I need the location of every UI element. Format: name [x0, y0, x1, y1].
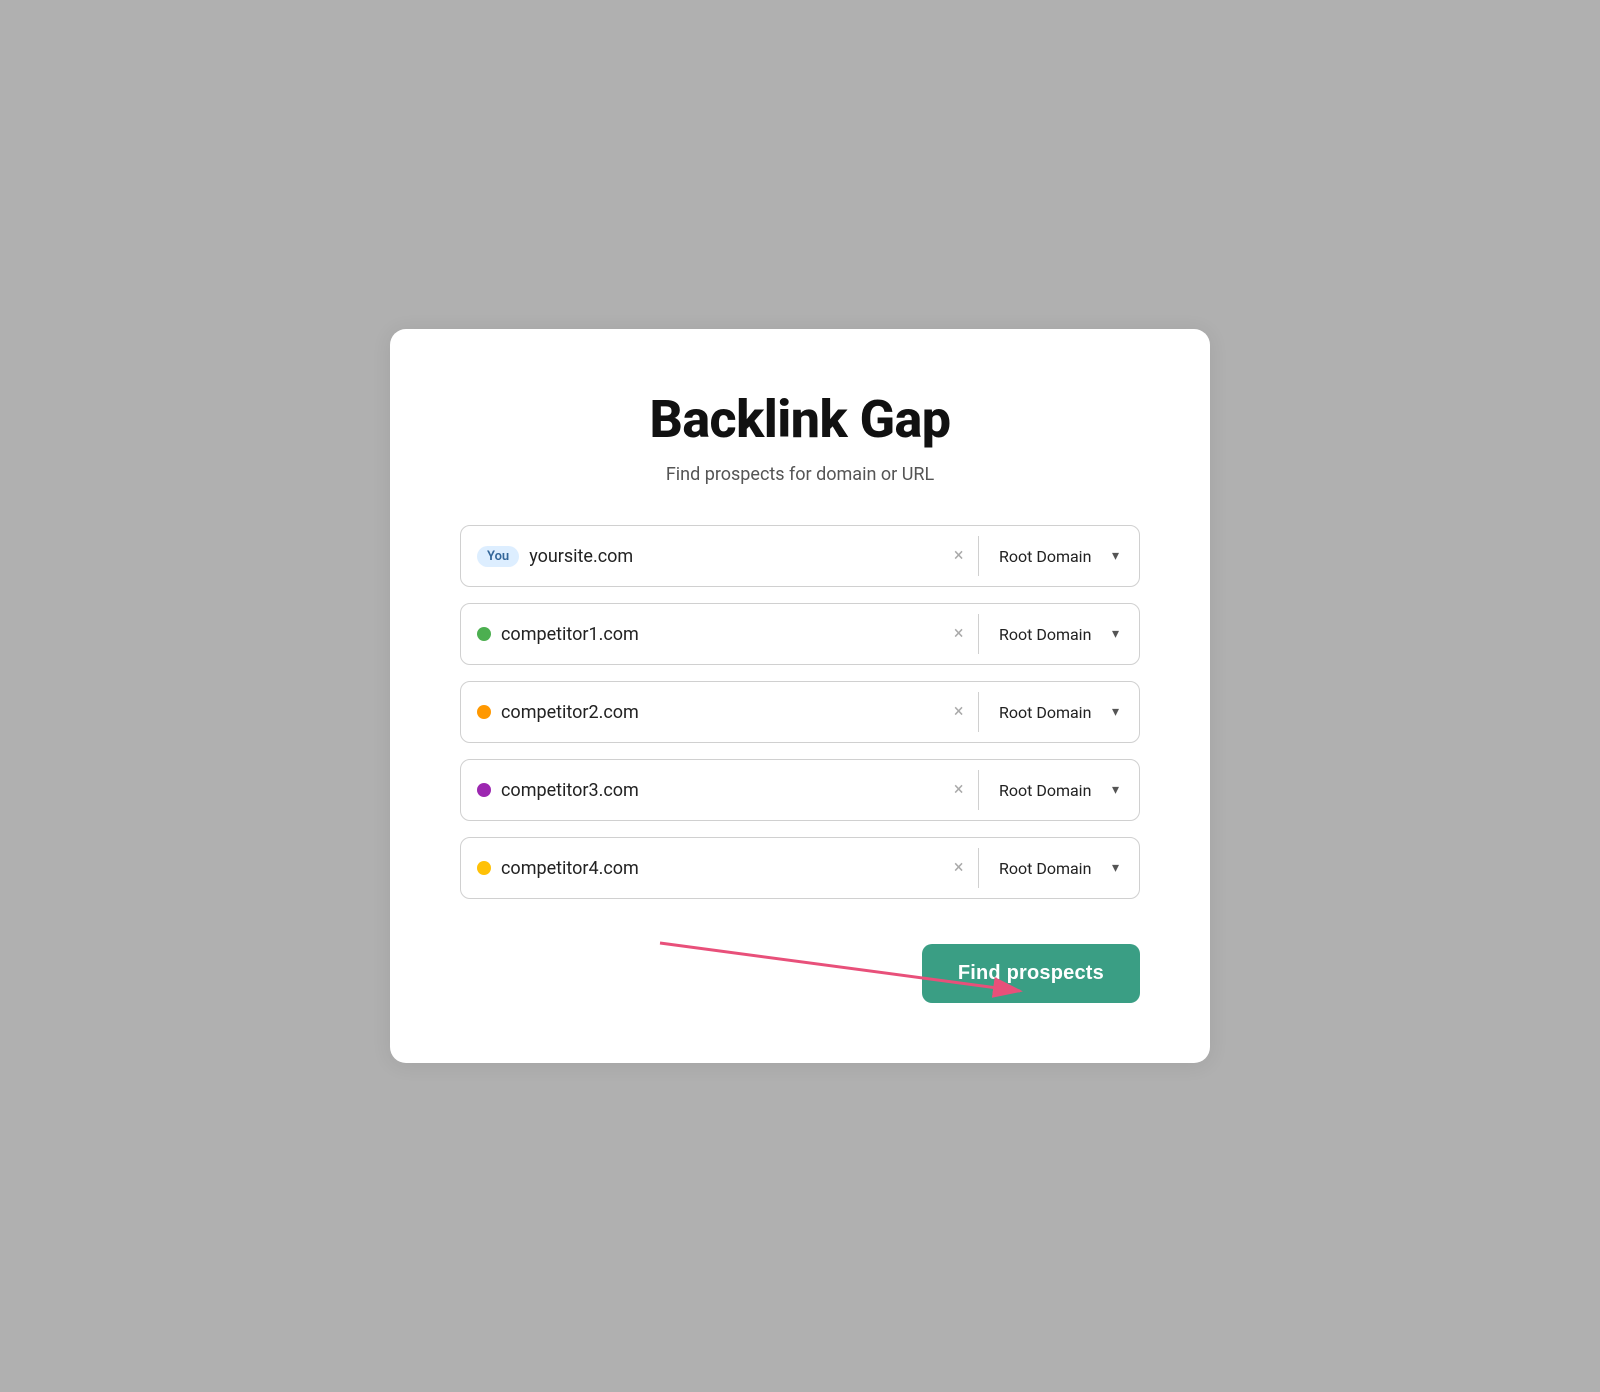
- competitor4-value[interactable]: competitor4.com: [501, 858, 924, 879]
- input-row-you: You yoursite.com × Root Domain ▾: [460, 525, 1140, 587]
- dropdown-4[interactable]: Root Domain ▾: [979, 859, 1139, 878]
- close-2-button[interactable]: ×: [940, 703, 978, 721]
- dropdown-2[interactable]: Root Domain ▾: [979, 703, 1139, 722]
- input-left-you: You yoursite.com: [461, 546, 940, 567]
- chevron-down-icon-1: ▾: [1112, 626, 1119, 642]
- you-badge: You: [477, 546, 519, 567]
- yoursite-value[interactable]: yoursite.com: [529, 546, 924, 567]
- close-1-button[interactable]: ×: [940, 625, 978, 643]
- bottom-row: Find prospects: [460, 923, 1140, 1003]
- dropdown-3-label: Root Domain: [999, 781, 1091, 800]
- chevron-down-icon-you: ▾: [1112, 548, 1119, 564]
- input-left-2: competitor2.com: [461, 702, 940, 723]
- dropdown-you[interactable]: Root Domain ▾: [979, 547, 1139, 566]
- dropdown-4-label: Root Domain: [999, 859, 1091, 878]
- dropdown-3[interactable]: Root Domain ▾: [979, 781, 1139, 800]
- close-3-button[interactable]: ×: [940, 781, 978, 799]
- dot-4: [477, 861, 491, 875]
- input-left-4: competitor4.com: [461, 858, 940, 879]
- chevron-down-icon-3: ▾: [1112, 782, 1119, 798]
- competitor1-value[interactable]: competitor1.com: [501, 624, 924, 645]
- dot-2: [477, 705, 491, 719]
- chevron-down-icon-4: ▾: [1112, 860, 1119, 876]
- close-you-button[interactable]: ×: [940, 547, 978, 565]
- dropdown-1[interactable]: Root Domain ▾: [979, 625, 1139, 644]
- input-row-4: competitor4.com × Root Domain ▾: [460, 837, 1140, 899]
- dot-3: [477, 783, 491, 797]
- dropdown-you-label: Root Domain: [999, 547, 1091, 566]
- input-row-1: competitor1.com × Root Domain ▾: [460, 603, 1140, 665]
- page-title: Backlink Gap: [460, 389, 1140, 450]
- input-left-3: competitor3.com: [461, 780, 940, 801]
- main-card: Backlink Gap Find prospects for domain o…: [390, 329, 1210, 1063]
- dot-1: [477, 627, 491, 641]
- page-subtitle: Find prospects for domain or URL: [460, 464, 1140, 485]
- input-left-1: competitor1.com: [461, 624, 940, 645]
- competitor3-value[interactable]: competitor3.com: [501, 780, 924, 801]
- competitor2-value[interactable]: competitor2.com: [501, 702, 924, 723]
- dropdown-1-label: Root Domain: [999, 625, 1091, 644]
- input-row-3: competitor3.com × Root Domain ▾: [460, 759, 1140, 821]
- input-row-2: competitor2.com × Root Domain ▾: [460, 681, 1140, 743]
- dropdown-2-label: Root Domain: [999, 703, 1091, 722]
- find-prospects-button[interactable]: Find prospects: [922, 944, 1140, 1003]
- chevron-down-icon-2: ▾: [1112, 704, 1119, 720]
- close-4-button[interactable]: ×: [940, 859, 978, 877]
